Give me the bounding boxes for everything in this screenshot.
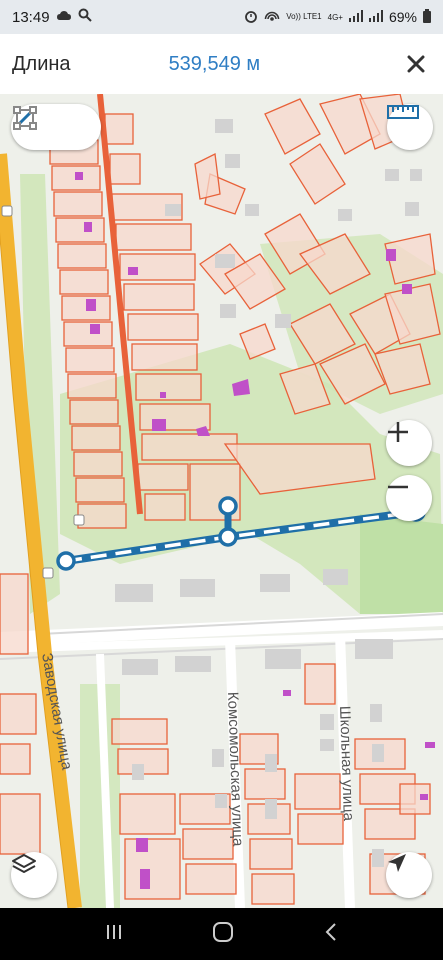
measure-header: Длина 539,549 м (0, 34, 443, 94)
measure-point-start (56, 551, 76, 571)
search-icon (78, 8, 92, 26)
signal-icon (348, 9, 363, 25)
ruler-button[interactable] (387, 104, 433, 150)
map-view[interactable]: Заводская улица Комсомольская улица Школ… (0, 94, 443, 908)
battery-percent: 69% (388, 9, 417, 25)
status-bar: 13:49 Vo)) LTE1 4G+ 69% (0, 0, 443, 34)
battery-icon (423, 8, 431, 26)
header-title: Длина (12, 52, 71, 75)
home-icon[interactable] (212, 921, 234, 948)
bus-stop-icon-3 (42, 567, 54, 579)
measured-length: 539,549 м (168, 52, 261, 75)
map-canvas: Заводская улица Комсомольская улица Школ… (0, 94, 443, 908)
plus-icon (388, 422, 408, 442)
bus-stop-icon-2 (73, 514, 85, 526)
my-location-button[interactable] (386, 852, 432, 898)
status-time: 13:49 (12, 8, 50, 26)
ruler-icon (387, 105, 419, 119)
layers-button[interactable] (11, 852, 57, 898)
recents-icon[interactable] (104, 923, 124, 946)
minus-icon (388, 485, 408, 489)
zoom-in-button[interactable] (386, 420, 432, 466)
back-icon[interactable] (323, 922, 339, 947)
weather-icon (56, 9, 72, 26)
system-nav-bar (0, 908, 443, 960)
measure-point-2 (218, 496, 238, 516)
zoom-out-button[interactable] (386, 475, 432, 521)
measure-point-3 (218, 527, 238, 547)
signal-icon-2 (368, 9, 383, 25)
alarm-icon (244, 9, 258, 26)
network-gen: 4G+ (327, 12, 343, 22)
close-button[interactable] (401, 49, 431, 79)
navigation-arrow-icon (388, 854, 406, 872)
layers-icon (12, 854, 36, 873)
network-label: Vo)) LTE1 (286, 12, 322, 21)
hotspot-icon (264, 9, 280, 26)
measure-mode-toggle[interactable] (11, 104, 101, 150)
close-icon (407, 55, 425, 73)
park (360, 514, 443, 614)
bus-stop-icon (1, 205, 13, 217)
